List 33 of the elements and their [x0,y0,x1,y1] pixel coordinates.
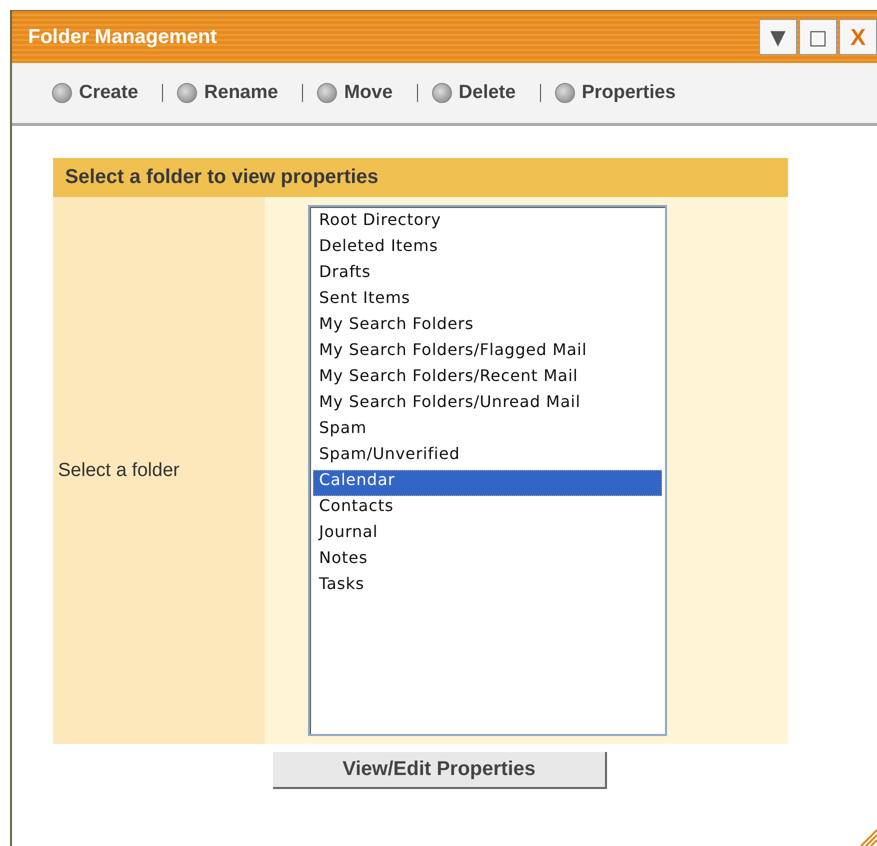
resize-grip-icon[interactable] [859,828,877,846]
toolbar-button[interactable]: Properties [554,82,676,104]
folder-item[interactable]: Root Directory [313,210,662,236]
folder-item[interactable]: My Search Folders/Recent Mail [313,366,662,392]
radio-icon [432,83,452,103]
folder-item[interactable]: Sent Items [313,288,662,314]
folder-item[interactable]: My Search Folders/Unread Mail [313,392,662,418]
toolbar-button[interactable]: Rename [177,82,278,104]
folder-item[interactable]: Spam [313,418,662,444]
folder-item[interactable]: My Search Folders/Flagged Mail [313,340,662,366]
folder-item[interactable]: Tasks [313,574,662,600]
radio-icon [52,83,72,103]
radio-icon [554,83,575,103]
window-title: Folder Management [28,26,217,48]
toolbar-button[interactable]: Move [317,82,393,104]
folder-item[interactable]: Contacts [313,496,662,522]
folder-item[interactable]: Deleted Items [313,236,662,262]
toolbar-button[interactable]: Delete [432,82,516,104]
folder-item[interactable]: Notes [313,548,662,574]
toolbar-button[interactable]: Create [52,82,138,104]
folder-item[interactable]: Journal [313,522,662,548]
maximize-button[interactable]: □ [799,19,837,55]
dropdown-button[interactable]: ▼ [759,19,797,55]
folder-item[interactable]: Spam/Unverified [313,444,662,470]
view-edit-properties-button[interactable]: View/Edit Properties [273,752,607,789]
folder-item[interactable]: My Search Folders [313,314,662,340]
folder-list[interactable] [308,205,667,736]
panel-header: Select a folder to view properties [53,158,788,197]
folder-item[interactable]: Drafts [313,262,662,288]
folder-item[interactable]: Calendar [313,470,662,496]
radio-icon [317,83,338,103]
radio-icon [177,83,198,103]
field-label-cell: Select a folder [53,197,265,744]
